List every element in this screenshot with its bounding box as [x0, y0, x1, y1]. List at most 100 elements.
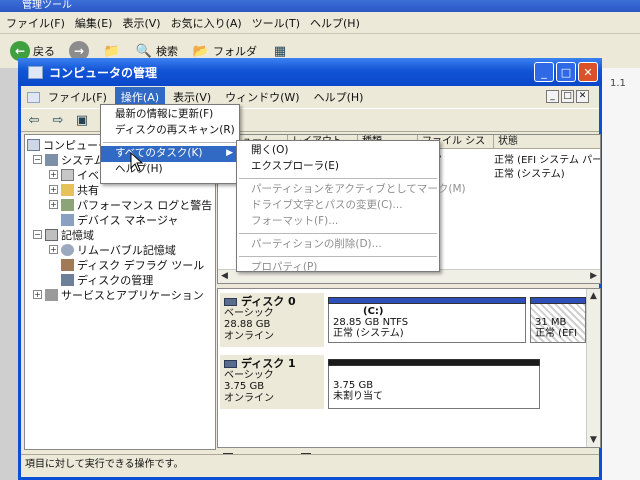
mouse-cursor-icon [130, 152, 144, 172]
bg-menu-file[interactable]: ファイル(F) [6, 15, 65, 31]
scroll-left-icon[interactable]: ◀ [221, 271, 228, 281]
disk-1-info[interactable]: ディスク 1 ベーシック 3.75 GB オンライン [220, 355, 324, 409]
partition-unallocated[interactable]: 3.75 GB 未割り当て [328, 359, 540, 409]
disk-management-icon [61, 273, 74, 286]
folder-up-icon: 📁 [103, 43, 121, 59]
tree-label-services: サービスとアプリケーション [61, 288, 204, 302]
collapse-icon[interactable]: − [33, 230, 42, 239]
window-title: コンピュータの管理 [49, 65, 158, 80]
menu-item-help[interactable]: ヘルプ(H) [101, 162, 239, 178]
bg-menu-view[interactable]: 表示(V) [122, 15, 160, 31]
partition-c-status: 正常 (システム) [333, 328, 404, 339]
bg-menu-edit[interactable]: 編集(E) [75, 15, 113, 31]
partition-efi[interactable]: 31 MB 正常 (EFI [530, 297, 586, 343]
device-manager-icon [61, 213, 74, 226]
primary-partition-bar [328, 297, 526, 304]
computer-icon [27, 138, 40, 151]
scroll-down-icon[interactable]: ▼ [590, 435, 597, 445]
performance-icon [61, 198, 74, 211]
back-icon[interactable]: ⇦ [25, 112, 43, 128]
tree-label-storage: 記憶域 [61, 228, 94, 242]
tree-item-disk-management[interactable]: ディスクの管理 [61, 272, 153, 287]
menu-item-all-tasks[interactable]: すべてのタスク(K) ▶ [101, 146, 239, 162]
minimize-button[interactable]: _ [534, 62, 554, 82]
tree-item-removable[interactable]: + リムーバブル記憶域 [49, 242, 176, 257]
expand-icon[interactable]: + [49, 185, 58, 194]
menu-item-mark-active[interactable]: パーティションをアクティブとしてマーク(M) [237, 182, 466, 198]
disk-0-info[interactable]: ディスク 0 ベーシック 28.88 GB オンライン [220, 293, 324, 347]
storage-icon [45, 228, 58, 241]
forward-icon[interactable]: ⇨ [49, 112, 67, 128]
partition-unallocated-detail: 3.75 GB [333, 380, 374, 391]
menu-item-explore[interactable]: エクスプローラ(E) [237, 159, 439, 175]
menu-item-change-drive-letter[interactable]: ドライブ文字とパスの変更(C)... [237, 198, 439, 214]
system-tools-icon [45, 153, 58, 166]
scroll-right-icon[interactable]: ▶ [590, 271, 597, 281]
bg-menu-favorites[interactable]: お気に入り(A) [171, 15, 242, 31]
tree-item-perf-logs[interactable]: + パフォーマンス ログと警告 [49, 197, 212, 212]
bg-menu-tools[interactable]: ツール(T) [252, 15, 300, 31]
menu-item-delete-partition[interactable]: パーティションの削除(D)... [237, 237, 439, 253]
unallocated-bar [328, 359, 540, 366]
close-button[interactable]: ✕ [578, 62, 598, 82]
bg-back-label: 戻る [33, 45, 55, 58]
primary-partition-bar [530, 297, 586, 304]
menu-separator [239, 178, 437, 179]
window-titlebar[interactable]: コンピュータの管理 _ □ ✕ [18, 58, 602, 86]
mdi-minimize-button[interactable]: _ [546, 90, 559, 103]
tree-item-shared-folders[interactable]: + 共有 [49, 182, 99, 197]
background-right-strip: 1.1 [598, 68, 640, 480]
menu-item-properties[interactable]: プロパティ(P) [237, 260, 439, 276]
status-bar: 項目に対して実行できる操作です。 [21, 454, 599, 474]
menu-item-all-tasks-label: すべてのタスク(K) [115, 147, 203, 159]
tree-label-defrag: ディスク デフラグ ツール [77, 258, 205, 272]
expand-icon[interactable]: + [33, 290, 42, 299]
menu-item-rescan[interactable]: ディスクの再スキャン(R) [101, 123, 239, 139]
disk-graphical-view: ディスク 0 ベーシック 28.88 GB オンライン (C:) 28.85 G… [217, 288, 601, 448]
menu-item-refresh[interactable]: 最新の情報に更新(F) [101, 107, 239, 123]
background-window-title: 管理ツール [0, 0, 640, 12]
background-menubar: ファイル(F) 編集(E) 表示(V) お気に入り(A) ツール(T) ヘルプ(… [0, 12, 640, 34]
menu-help[interactable]: ヘルプ(H) [308, 87, 370, 107]
bg-search-label: 検索 [156, 45, 178, 58]
tree-item-device-manager[interactable]: デバイス マネージャ [61, 212, 178, 227]
bg-menu-help[interactable]: ヘルプ(H) [310, 15, 360, 31]
vertical-scrollbar[interactable]: ▲ ▼ [586, 289, 600, 447]
maximize-button[interactable]: □ [556, 62, 576, 82]
mdi-close-button[interactable]: ✕ [576, 90, 589, 103]
partition-c-detail: 28.85 GB NTFS [333, 317, 409, 328]
scroll-up-icon[interactable]: ▲ [590, 291, 597, 301]
services-icon [45, 288, 58, 301]
tree-label-disk-management: ディスクの管理 [77, 273, 154, 287]
collapse-icon[interactable]: − [33, 155, 42, 164]
mdi-restore-button[interactable]: □ [561, 90, 574, 103]
volume-row-status[interactable]: 正常 (システム) [494, 165, 565, 180]
column-header-status[interactable]: 状態 [494, 135, 600, 149]
tree-label-removable: リムーバブル記憶域 [77, 243, 176, 257]
menu-item-open[interactable]: 開く(O) [237, 143, 439, 159]
tree-item-defrag[interactable]: ディスク デフラグ ツール [61, 257, 204, 272]
tree-item-services[interactable]: + サービスとアプリケーション [33, 287, 204, 302]
menubar-app-icon[interactable] [27, 91, 40, 103]
up-folder-icon[interactable]: ▣ [73, 112, 91, 128]
menu-separator [103, 142, 237, 143]
menu-item-format[interactable]: フォーマット(F)... [237, 214, 439, 230]
disk-1-name: ディスク 1 [241, 357, 296, 370]
expand-icon[interactable]: + [49, 245, 58, 254]
expand-icon[interactable]: + [49, 170, 58, 179]
tree-label-system: システム [61, 153, 105, 167]
background-right-text: 1.1 [610, 78, 626, 89]
partition-c-label: (C:) [363, 306, 384, 317]
action-menu: 最新の情報に更新(F) ディスクの再スキャン(R) すべてのタスク(K) ▶ ヘ… [100, 104, 240, 184]
search-icon: 🔍 [135, 43, 153, 59]
volume-row-status[interactable]: 正常 (EFI システム パーティシ [494, 151, 600, 166]
defrag-icon [61, 258, 74, 271]
tree-item-system[interactable]: − システム [33, 152, 105, 167]
tree-label-event-viewer: イベ [77, 168, 99, 182]
tree-label-device-manager: デバイス マネージャ [77, 213, 179, 227]
expand-icon[interactable]: + [49, 200, 58, 209]
partition-c[interactable]: (C:) 28.85 GB NTFS 正常 (システム) [328, 297, 526, 343]
tree-item-storage[interactable]: − 記憶域 [33, 227, 94, 242]
disk-icon [224, 359, 237, 368]
tree-item-event-viewer[interactable]: + イベ [49, 167, 99, 182]
